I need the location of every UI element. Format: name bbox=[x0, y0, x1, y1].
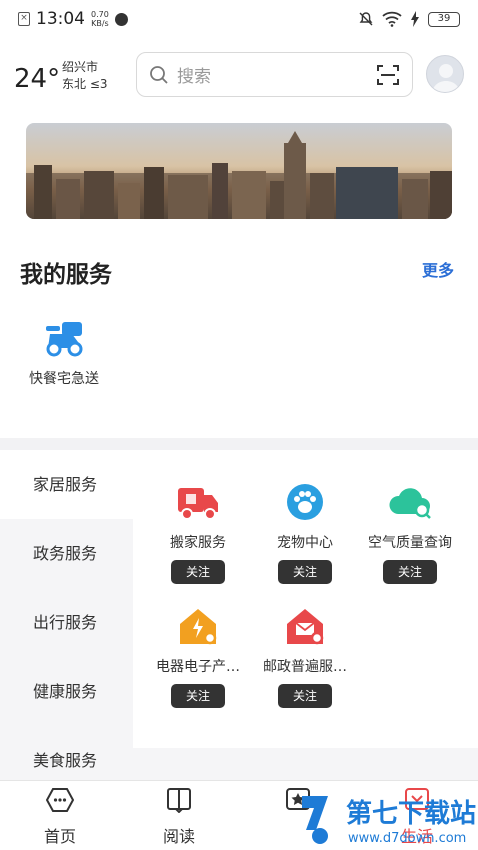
wifi-icon bbox=[382, 11, 402, 27]
service-name: 搬家服务 bbox=[170, 535, 226, 551]
category-government[interactable]: 政务服务 bbox=[0, 519, 133, 588]
app-screen: × 13:04 0.70 KB/s 39 24° 绍兴市 东北 ≤3 搜索 我的… bbox=[0, 0, 478, 850]
my-service-item[interactable]: 快餐宅急送 bbox=[22, 318, 106, 388]
tab-home[interactable]: 首页 bbox=[25, 787, 95, 847]
service-name: 宠物中心 bbox=[277, 535, 333, 551]
house-power-icon bbox=[180, 609, 217, 645]
service-name: 电器电子产… bbox=[156, 659, 240, 675]
status-time: 13:04 bbox=[36, 9, 85, 29]
mute-bell-icon bbox=[359, 12, 373, 26]
section-divider bbox=[0, 438, 478, 450]
follow-button[interactable]: 关注 bbox=[171, 560, 225, 584]
search-input[interactable]: 搜索 bbox=[177, 62, 376, 87]
charging-icon bbox=[411, 11, 419, 27]
home-bubble-icon bbox=[45, 788, 75, 812]
city-label: 绍兴市 bbox=[62, 60, 99, 74]
battery-indicator: 39 bbox=[428, 11, 460, 27]
cloud-search-icon bbox=[389, 488, 431, 519]
content-divider bbox=[133, 748, 478, 780]
search-icon bbox=[150, 65, 168, 84]
service-item-postal[interactable]: 邮政普遍服… 关注 bbox=[250, 606, 360, 708]
delivery-scooter-icon bbox=[46, 322, 83, 357]
service-name: 邮政普遍服… bbox=[263, 659, 347, 675]
category-home[interactable]: 家居服务 bbox=[0, 450, 133, 519]
category-travel[interactable]: 出行服务 bbox=[0, 588, 133, 657]
speed-unit: KB/s bbox=[91, 19, 109, 28]
service-name: 空气质量查询 bbox=[368, 535, 452, 551]
house-mail-icon bbox=[287, 609, 324, 645]
category-health[interactable]: 健康服务 bbox=[0, 657, 133, 726]
follow-button[interactable]: 关注 bbox=[278, 684, 332, 708]
moving-truck-icon bbox=[178, 488, 218, 520]
tab-label: 阅读 bbox=[162, 827, 195, 846]
wind-label: 东北 ≤3 bbox=[62, 77, 108, 91]
service-item-moving[interactable]: 搬家服务 关注 bbox=[143, 482, 253, 584]
sim-icon: × bbox=[18, 12, 30, 26]
follow-button[interactable]: 关注 bbox=[278, 560, 332, 584]
scan-icon[interactable] bbox=[376, 63, 400, 87]
follow-button[interactable]: 关注 bbox=[383, 560, 437, 584]
status-bar: × 13:04 0.70 KB/s 39 bbox=[0, 0, 478, 38]
my-services-title: 我的服务 bbox=[20, 262, 112, 288]
speed-value: 0.70 bbox=[91, 10, 109, 19]
avatar[interactable] bbox=[426, 55, 464, 93]
more-link[interactable]: 更多 bbox=[422, 257, 454, 281]
search-bar[interactable]: 搜索 bbox=[136, 52, 413, 97]
service-grid: 搬家服务 关注 宠物中心 关注 空气质量查询 关注 电器电子产… 关注 邮政普遍… bbox=[133, 450, 478, 748]
location-info[interactable]: 绍兴市 东北 ≤3 bbox=[62, 59, 108, 93]
my-service-label: 快餐宅急送 bbox=[29, 371, 99, 387]
book-icon bbox=[167, 788, 191, 814]
follow-button[interactable]: 关注 bbox=[171, 684, 225, 708]
svg-text:第七下载站: 第七下载站 bbox=[346, 798, 476, 829]
service-item-electronics[interactable]: 电器电子产… 关注 bbox=[143, 606, 253, 708]
pet-paw-icon bbox=[287, 484, 323, 520]
category-sidebar: 家居服务 政务服务 出行服务 健康服务 美食服务 bbox=[0, 450, 133, 795]
temperature: 24° bbox=[14, 64, 61, 94]
watermark-logo: 第七下载站 www.d7down.com bbox=[298, 790, 478, 848]
service-item-air-quality[interactable]: 空气质量查询 关注 bbox=[355, 482, 465, 584]
network-speed: 0.70 KB/s bbox=[91, 10, 109, 28]
header: 24° 绍兴市 东北 ≤3 搜索 bbox=[0, 50, 478, 100]
tab-label: 首页 bbox=[43, 827, 76, 846]
app-indicator-icon bbox=[114, 12, 128, 26]
city-banner-image[interactable] bbox=[26, 123, 452, 219]
svg-text:www.d7down.com: www.d7down.com bbox=[348, 831, 466, 846]
service-item-pet[interactable]: 宠物中心 关注 bbox=[250, 482, 360, 584]
tab-reading[interactable]: 阅读 bbox=[144, 787, 214, 847]
